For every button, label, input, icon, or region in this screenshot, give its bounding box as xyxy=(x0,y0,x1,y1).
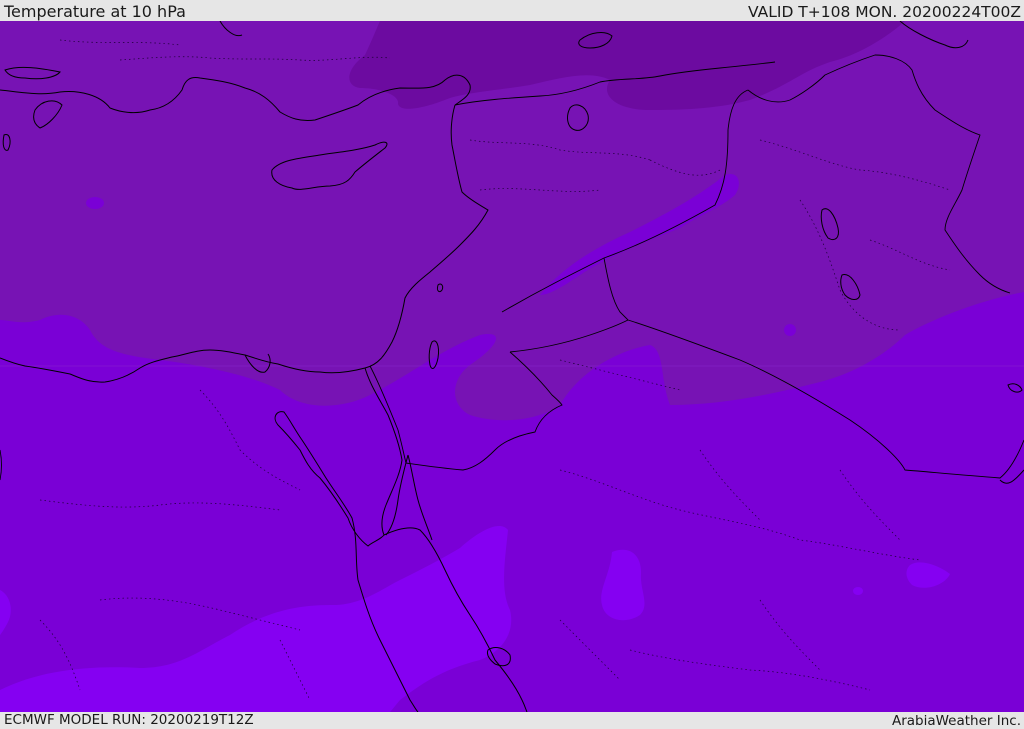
header-bar: Temperature at 10 hPa VALID T+108 MON. 2… xyxy=(0,0,1024,21)
field-warm-spot-east xyxy=(784,324,796,336)
field-warm-spot xyxy=(86,197,104,209)
field-light-spot-small xyxy=(853,587,863,595)
footer-bar: ECMWF MODEL RUN: 20200219T12Z ArabiaWeat… xyxy=(0,712,1024,729)
temperature-map xyxy=(0,21,1024,712)
map-canvas xyxy=(0,21,1024,712)
valid-time: VALID T+108 MON. 20200224T00Z xyxy=(748,3,1021,21)
map-title: Temperature at 10 hPa xyxy=(4,2,186,21)
credit-text: ArabiaWeather Inc. xyxy=(891,713,1021,729)
model-run: ECMWF MODEL RUN: 20200219T12Z xyxy=(4,712,254,728)
